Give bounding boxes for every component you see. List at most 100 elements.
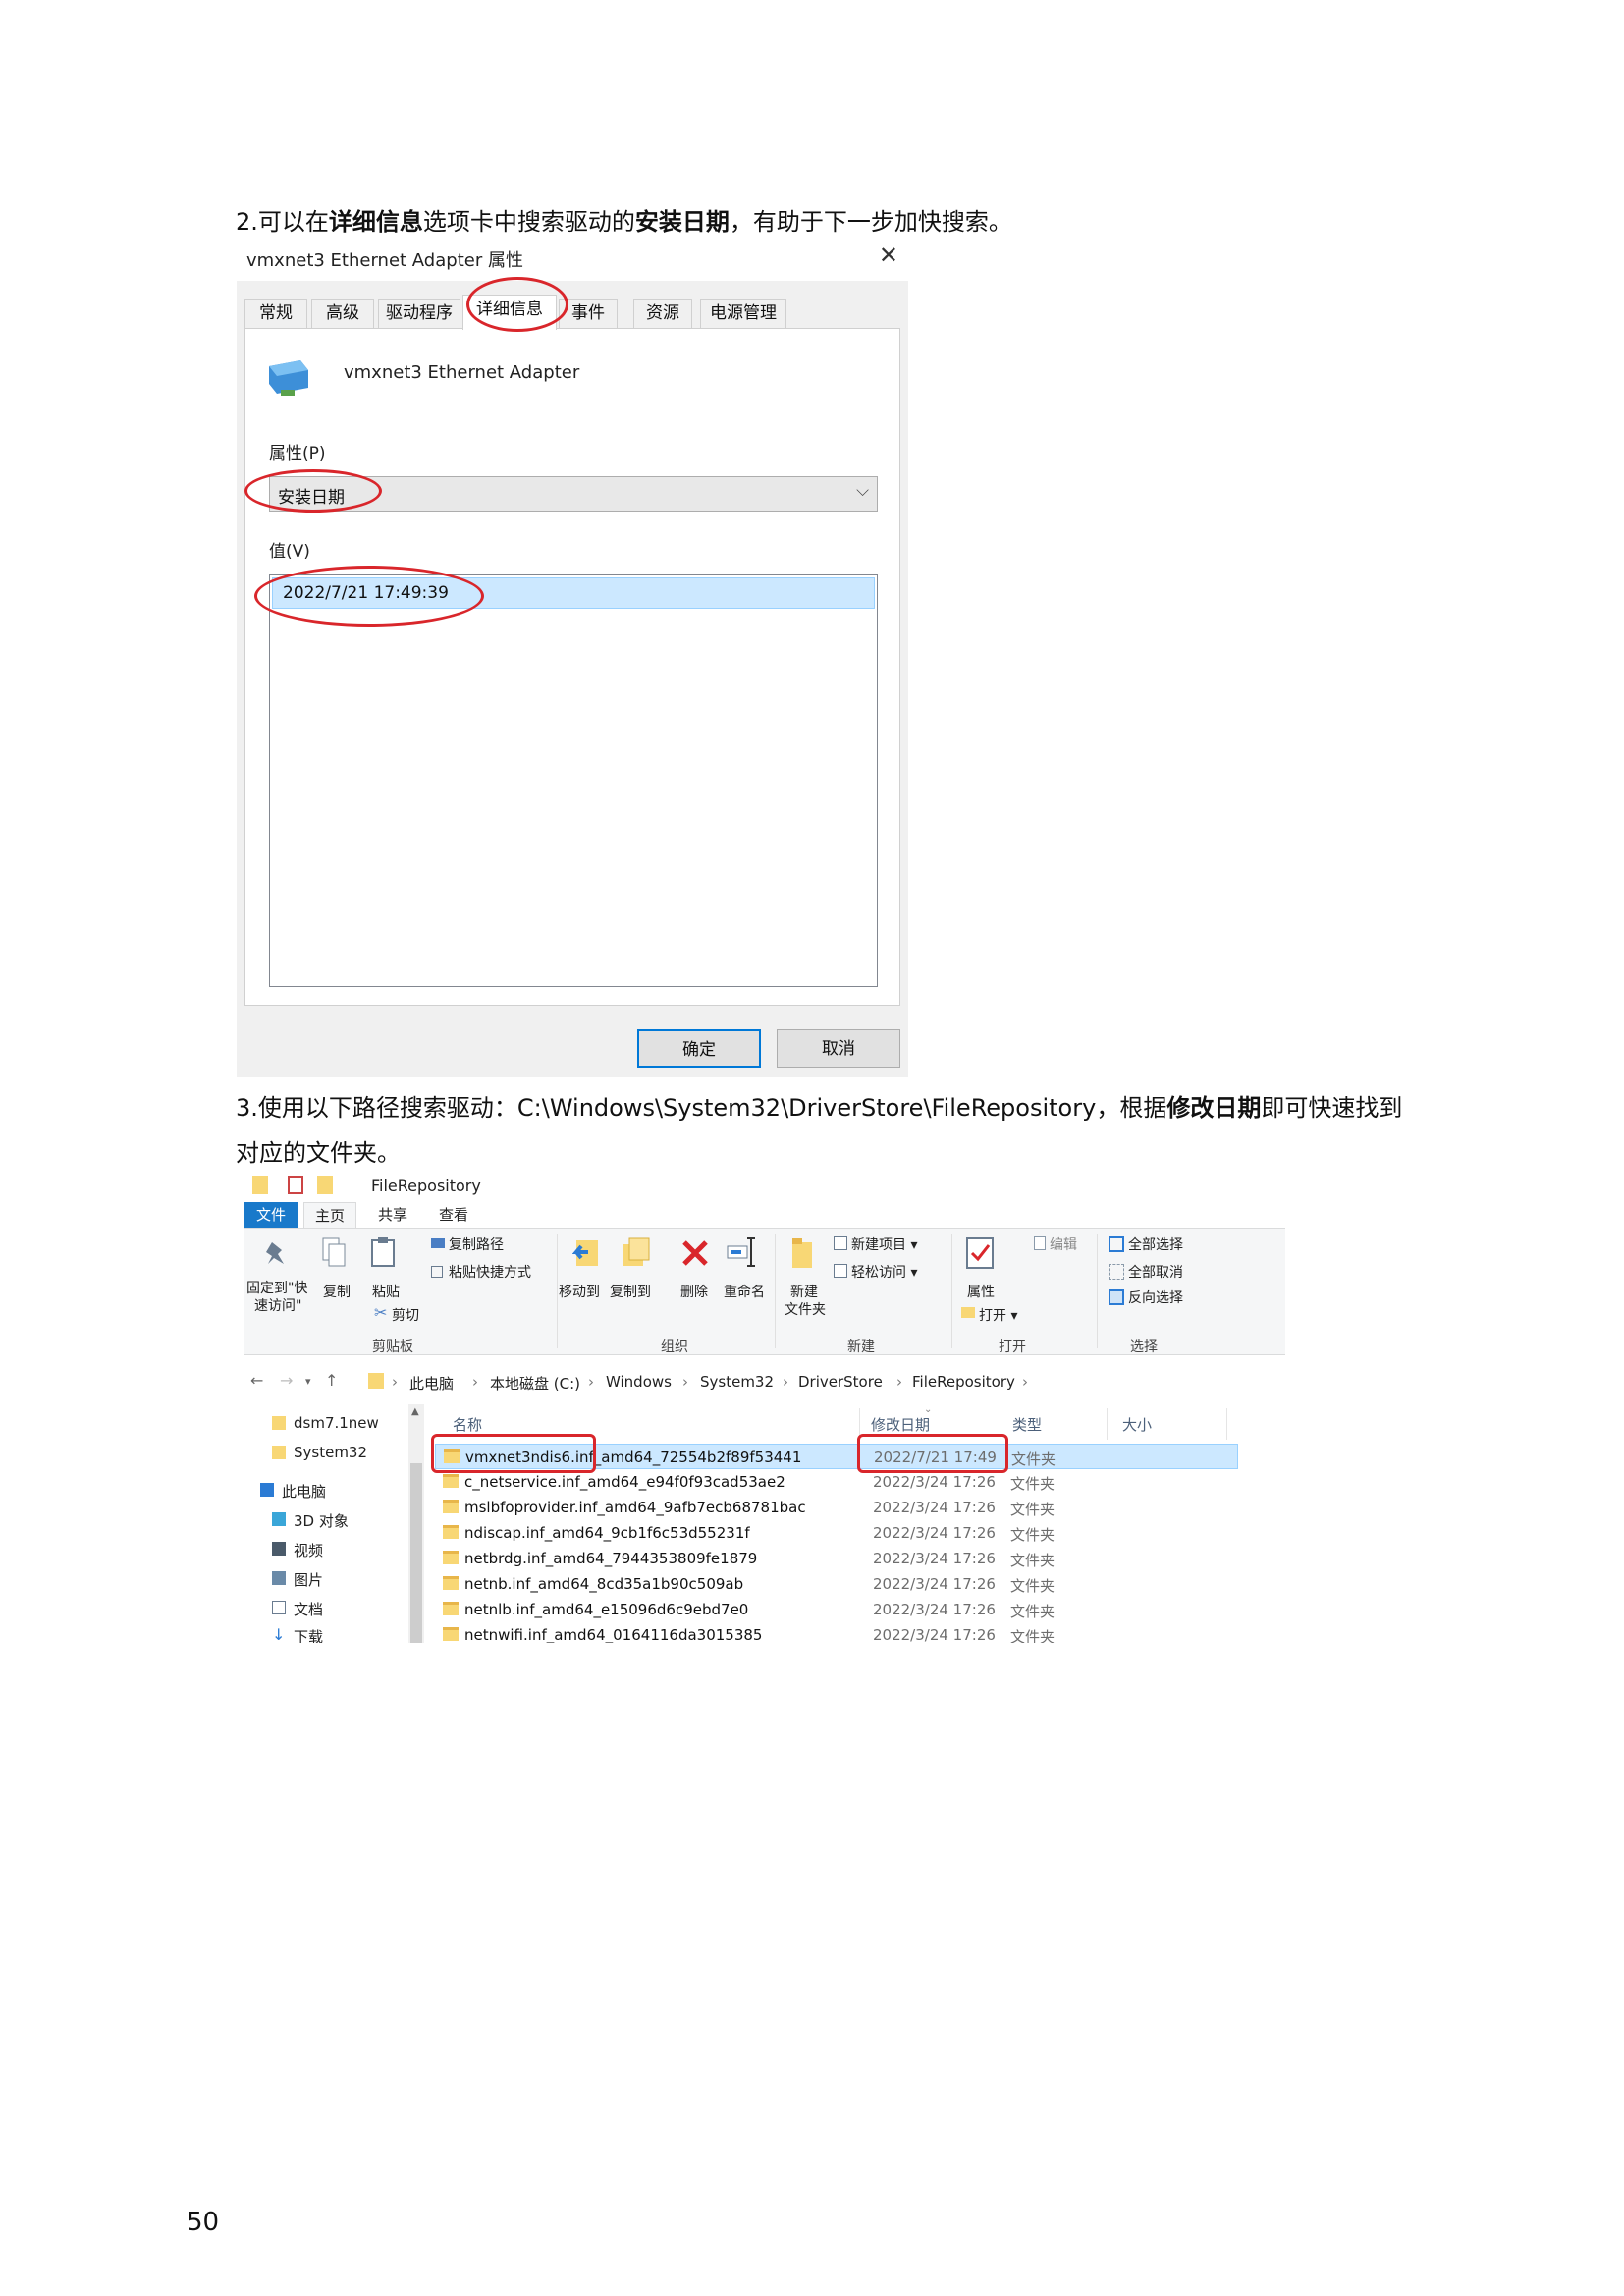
- navigation-pane: dsm7.1new System32 此电脑 3D 对象 视频 图片 文档 ↓ …: [244, 1404, 411, 1643]
- file-row[interactable]: netnlb.inf_amd64_e15096d6c9ebd7e0 2022/3…: [435, 1597, 1238, 1622]
- copy-path-button[interactable]: 复制路径: [449, 1234, 504, 1254]
- address-bar: ← → ▾ ↑ › 此电脑 › 本地磁盘 (C:) › Windows › Sy…: [250, 1371, 1028, 1394]
- select-all-button[interactable]: 全部选择: [1128, 1234, 1183, 1254]
- pin-quick-access-label-2[interactable]: 速访问": [254, 1295, 301, 1315]
- copy-icon[interactable]: [321, 1236, 347, 1268]
- column-header-name[interactable]: 名称: [453, 1414, 482, 1435]
- paste-shortcut-button[interactable]: 粘贴快捷方式: [449, 1262, 531, 1282]
- tab-power-management[interactable]: 电源管理: [700, 299, 786, 328]
- back-arrow-icon[interactable]: ←: [250, 1371, 263, 1390]
- property-select[interactable]: 安装日期 ⌵: [269, 476, 878, 512]
- close-icon[interactable]: ✕: [879, 242, 898, 269]
- scroll-up-icon[interactable]: ▲: [411, 1406, 419, 1417]
- file-row[interactable]: netnb.inf_amd64_8cd35a1b90c509ab 2022/3/…: [435, 1571, 1238, 1597]
- tab-advanced[interactable]: 高级: [311, 299, 374, 328]
- chevron-down-icon[interactable]: ▾: [305, 1375, 311, 1388]
- dialog-title: vmxnet3 Ethernet Adapter 属性: [246, 250, 523, 271]
- cut-button[interactable]: 剪切: [392, 1305, 419, 1325]
- nav-item-videos[interactable]: 视频: [294, 1540, 323, 1560]
- file-row[interactable]: netbrdg.inf_amd64_7944353809fe1879 2022/…: [435, 1546, 1238, 1571]
- tab-details[interactable]: 详细信息: [462, 295, 557, 330]
- group-organize: 组织: [661, 1339, 688, 1355]
- value-row[interactable]: 2022/7/21 17:49:39: [272, 577, 875, 609]
- copy-to-icon[interactable]: [622, 1236, 651, 1268]
- rename-button[interactable]: 重命名: [724, 1282, 765, 1301]
- tab-share[interactable]: 共享: [366, 1202, 419, 1228]
- file-row[interactable]: ndiscap.inf_amd64_9cb1f6c53d55231f 2022/…: [435, 1520, 1238, 1546]
- new-folder-icon[interactable]: [790, 1236, 816, 1270]
- file-row[interactable]: mslbfoprovider.inf_amd64_9afb7ecb68781ba…: [435, 1495, 1238, 1520]
- edit-button[interactable]: 编辑: [1050, 1234, 1077, 1254]
- chevron-down-icon: ⌵: [856, 481, 869, 501]
- nav-scrollbar[interactable]: ▲: [408, 1404, 424, 1643]
- column-header-modified[interactable]: 修改日期: [871, 1414, 930, 1435]
- new-folder-label-2[interactable]: 文件夹: [785, 1299, 826, 1319]
- group-select: 选择: [1130, 1339, 1158, 1355]
- nav-item-pictures[interactable]: 图片: [294, 1569, 323, 1590]
- file-row[interactable]: vmxnet3ndis6.inf_amd64_72554b2f89f53441 …: [435, 1444, 1238, 1469]
- pin-icon[interactable]: [264, 1240, 288, 1268]
- nav-item-downloads[interactable]: 下载: [294, 1626, 323, 1643]
- tab-file[interactable]: 文件: [244, 1202, 298, 1228]
- folder-icon: [443, 1627, 459, 1641]
- new-item-button[interactable]: 新建项目 ▾: [851, 1234, 917, 1254]
- column-header-size[interactable]: 大小: [1122, 1414, 1152, 1435]
- copy-to-button[interactable]: 复制到: [610, 1282, 651, 1301]
- delete-icon[interactable]: [680, 1238, 710, 1268]
- properties-icon[interactable]: [965, 1236, 995, 1270]
- nav-item-dsm7[interactable]: dsm7.1new: [294, 1414, 379, 1432]
- delete-button[interactable]: 删除: [680, 1282, 708, 1301]
- ribbon-separator: [1097, 1234, 1098, 1348]
- column-header-type[interactable]: 类型: [1012, 1414, 1042, 1435]
- new-folder-label-1[interactable]: 新建: [790, 1282, 818, 1301]
- tab-view[interactable]: 查看: [427, 1202, 480, 1228]
- cancel-button[interactable]: 取消: [777, 1029, 900, 1068]
- rename-icon[interactable]: [726, 1236, 759, 1268]
- properties-button[interactable]: 属性: [967, 1282, 995, 1301]
- breadcrumb-filerepository[interactable]: FileRepository: [912, 1373, 1015, 1391]
- breadcrumb-this-pc[interactable]: 此电脑: [409, 1373, 454, 1394]
- up-arrow-icon[interactable]: ↑: [325, 1371, 338, 1390]
- copy-label[interactable]: 复制: [323, 1282, 351, 1301]
- file-name: mslbfoprovider.inf_amd64_9afb7ecb68781ba…: [464, 1499, 806, 1516]
- folder-icon: [443, 1500, 459, 1513]
- file-type: 文件夹: [1010, 1526, 1056, 1544]
- select-none-button[interactable]: 全部取消: [1128, 1262, 1183, 1282]
- value-listbox[interactable]: 2022/7/21 17:49:39: [269, 574, 878, 987]
- nav-item-3d-objects[interactable]: 3D 对象: [294, 1510, 349, 1531]
- tab-resources[interactable]: 资源: [633, 299, 692, 328]
- move-to-icon[interactable]: [572, 1236, 602, 1268]
- breadcrumb-local-disk[interactable]: 本地磁盘 (C:): [490, 1373, 580, 1394]
- invert-selection-button[interactable]: 反向选择: [1128, 1287, 1183, 1307]
- step3-paragraph-line1: 3.使用以下路径搜索驱动：C:\Windows\System32\DriverS…: [236, 1090, 1402, 1125]
- folder-icon: [272, 1416, 286, 1430]
- nav-item-system32[interactable]: System32: [294, 1444, 367, 1461]
- file-name: netnb.inf_amd64_8cd35a1b90c509ab: [464, 1575, 744, 1593]
- properties-check-icon[interactable]: [288, 1176, 303, 1194]
- paste-icon[interactable]: [370, 1236, 396, 1268]
- file-row[interactable]: c_netservice.inf_amd64_e94f0f93cad53ae2 …: [435, 1469, 1238, 1495]
- computer-icon: [260, 1483, 274, 1497]
- file-row[interactable]: netnwifi.inf_amd64_0164116da3015385 2022…: [435, 1622, 1238, 1643]
- scissors-icon: ✂: [374, 1303, 388, 1322]
- breadcrumb-system32[interactable]: System32: [700, 1373, 774, 1391]
- new-folder-icon[interactable]: [317, 1176, 333, 1194]
- breadcrumb-windows[interactable]: Windows: [606, 1373, 672, 1391]
- ok-button[interactable]: 确定: [637, 1029, 761, 1068]
- breadcrumb-driverstore[interactable]: DriverStore: [798, 1373, 883, 1391]
- nav-item-documents[interactable]: 文档: [294, 1599, 323, 1619]
- tab-home[interactable]: 主页: [303, 1202, 356, 1228]
- pin-quick-access-label-1[interactable]: 固定到"快: [246, 1278, 307, 1297]
- scrollbar-thumb[interactable]: [410, 1463, 422, 1643]
- tab-driver[interactable]: 驱动程序: [378, 299, 460, 328]
- open-button[interactable]: 打开 ▾: [979, 1305, 1017, 1325]
- tab-general[interactable]: 常规: [244, 299, 307, 328]
- easy-access-button[interactable]: 轻松访问 ▾: [851, 1262, 917, 1282]
- nav-item-this-pc[interactable]: 此电脑: [282, 1481, 326, 1502]
- step2-paragraph: 2.可以在详细信息选项卡中搜索驱动的安装日期，有助于下一步加快搜索。: [236, 204, 1012, 240]
- tab-events[interactable]: 事件: [559, 299, 618, 328]
- forward-arrow-icon[interactable]: →: [280, 1371, 293, 1390]
- paste-label[interactable]: 粘贴: [372, 1282, 400, 1301]
- file-name: c_netservice.inf_amd64_e94f0f93cad53ae2: [464, 1473, 785, 1491]
- move-to-button[interactable]: 移动到: [559, 1282, 600, 1301]
